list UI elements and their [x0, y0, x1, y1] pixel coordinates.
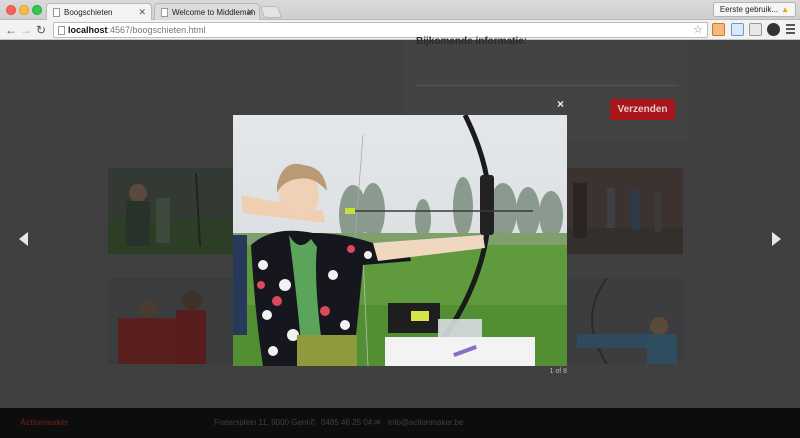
- page-icon: [53, 7, 60, 17]
- tab-close-icon[interactable]: ✕: [138, 7, 146, 18]
- extension-printer-icon[interactable]: [712, 23, 725, 36]
- info-textarea[interactable]: [416, 48, 678, 86]
- warning-icon: ▲: [781, 5, 789, 14]
- address-bar[interactable]: localhost:4567/boogschieten.html ☆: [53, 22, 708, 38]
- tab-boogschieten[interactable]: Boogschieten ✕: [46, 3, 152, 20]
- thumbnail-image: [108, 168, 234, 254]
- extension-calendar-icon[interactable]: [731, 23, 744, 36]
- gallery-thumbnail[interactable]: [108, 278, 234, 364]
- hamburger-menu-icon[interactable]: [786, 24, 795, 36]
- lightbox-photo: [233, 115, 567, 366]
- mail-icon: ✉: [374, 418, 381, 427]
- gallery-thumbnail[interactable]: [567, 168, 683, 254]
- back-arrow-icon[interactable]: ←: [5, 23, 17, 37]
- chevron-right-icon[interactable]: [772, 232, 781, 246]
- footer-brand: Actionmaker: [20, 418, 69, 427]
- url-path: :4567/boogschieten.html: [107, 25, 206, 35]
- tab-strip: Boogschieten ✕ Welcome to Middleman ✕ Ee…: [0, 0, 800, 20]
- footer-email: info@actionmaker.be: [388, 418, 464, 427]
- profile-button[interactable]: Eerste gebruik... ▲: [712, 2, 796, 17]
- close-window-icon[interactable]: [6, 5, 16, 15]
- reload-icon[interactable]: ↻: [36, 23, 46, 37]
- page-info-icon: [58, 26, 65, 35]
- thumbnail-image: [567, 168, 683, 254]
- footer-phone: 0485 46 25 04: [321, 418, 373, 427]
- gallery-thumbnail[interactable]: [567, 278, 683, 364]
- gallery-thumbnail[interactable]: [108, 168, 234, 254]
- lightbox-close-icon[interactable]: ×: [557, 98, 564, 110]
- profile-label: Eerste gebruik...: [719, 5, 779, 14]
- bookmark-star-icon[interactable]: ☆: [693, 23, 703, 36]
- forward-arrow-icon[interactable]: →: [20, 23, 32, 37]
- extension-puzzle-icon[interactable]: [749, 23, 762, 36]
- minimize-window-icon[interactable]: [19, 5, 29, 15]
- tab-welcome-middleman[interactable]: Welcome to Middleman ✕: [154, 3, 260, 20]
- url-host: localhost: [68, 25, 108, 35]
- tab-close-icon[interactable]: ✕: [246, 7, 254, 18]
- form-heading: Bijkomende informatie:: [416, 36, 528, 47]
- lightbox-counter: 1 of 8: [549, 368, 567, 375]
- tab-title: Boogschieten: [64, 7, 113, 17]
- thumbnail-image: [108, 278, 234, 364]
- browser-toolbar: ← → ↻ localhost:4567/boogschieten.html ☆: [0, 20, 800, 40]
- chevron-left-icon[interactable]: [19, 232, 28, 246]
- extension-circle-icon[interactable]: [767, 23, 780, 36]
- page-icon: [161, 7, 168, 17]
- site-footer: Actionmaker Fratersplein 11, 9000 Gent ✆…: [0, 408, 800, 438]
- thumbnail-image: [567, 278, 683, 364]
- submit-button[interactable]: Verzenden: [610, 99, 675, 120]
- browser-chrome: Boogschieten ✕ Welcome to Middleman ✕ Ee…: [0, 0, 800, 40]
- tab-title: Welcome to Middleman: [172, 7, 256, 17]
- phone-icon: ✆: [309, 418, 316, 427]
- new-tab-button[interactable]: [259, 6, 283, 18]
- maximize-window-icon[interactable]: [32, 5, 42, 15]
- footer-address: Fratersplein 11, 9000 Gent: [214, 418, 309, 427]
